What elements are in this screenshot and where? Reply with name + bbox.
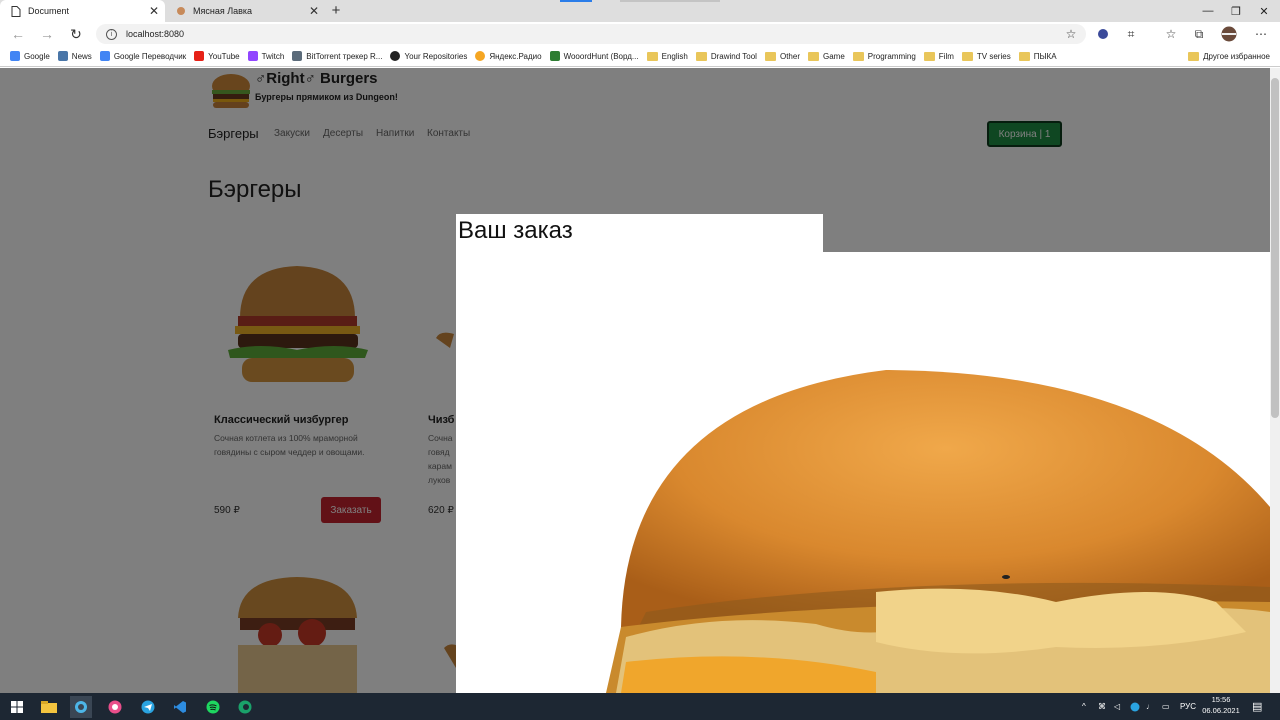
restore-icon[interactable]: ❐ <box>1222 0 1250 22</box>
bookmark-translate[interactable]: Google Переводчик <box>99 51 186 61</box>
folder-icon <box>1018 51 1030 61</box>
github-icon <box>390 51 401 61</box>
other-bookmarks[interactable]: Другое избранное <box>1188 46 1270 67</box>
profile-avatar[interactable] <box>1220 25 1238 43</box>
close-window-icon[interactable]: ✕ <box>1250 0 1278 22</box>
bookmark-youtube[interactable]: YouTube <box>194 51 240 61</box>
google-icon <box>10 51 20 61</box>
bookmark-github[interactable]: Your Repositories <box>390 51 467 61</box>
address-field[interactable]: i localhost:8080 <box>96 24 1086 44</box>
tab-title: Document <box>28 6 70 16</box>
tray-volume-icon[interactable]: ◁ <box>1114 693 1120 720</box>
collections-icon[interactable]: ⧉ <box>1190 25 1208 43</box>
favorite-star-icon[interactable]: ☆ <box>1062 25 1080 43</box>
bookmark-folder-pyka[interactable]: ПЫКА <box>1018 51 1057 61</box>
tray-clock[interactable]: 15:56 06.06.2021 <box>1196 694 1246 716</box>
bookmark-folder-english[interactable]: English <box>646 51 688 61</box>
radio-icon <box>475 51 486 61</box>
twitch-icon <box>247 51 258 61</box>
scrollbar-thumb[interactable] <box>1271 78 1279 418</box>
tray-network-icon[interactable]: ⌘ <box>1098 693 1106 720</box>
loading-indicator-track <box>620 0 720 2</box>
bookmark-twitch[interactable]: Twitch <box>247 51 284 61</box>
product-hero-image <box>606 370 1270 693</box>
folder-icon <box>1188 52 1200 61</box>
edge-icon[interactable] <box>234 696 256 718</box>
reload-icon[interactable]: ↻ <box>66 24 86 44</box>
windows-start-icon[interactable] <box>6 696 28 718</box>
bookmark-folder-film[interactable]: Film <box>923 51 954 61</box>
more-menu-icon[interactable]: ⋯ <box>1252 25 1270 43</box>
telegram-icon[interactable] <box>137 696 159 718</box>
torrent-icon <box>292 51 303 61</box>
folder-icon <box>807 51 819 61</box>
bookmarks-bar: Google News Google Переводчик YouTube Tw… <box>0 46 1280 67</box>
bookmark-google[interactable]: Google <box>10 51 50 61</box>
folder-icon <box>695 51 707 61</box>
notification-icon[interactable]: ▤ <box>1252 693 1262 720</box>
bookmark-folder-tv-series[interactable]: TV series <box>961 51 1011 61</box>
spotify-icon[interactable] <box>202 696 224 718</box>
wooordhunt-icon <box>549 51 560 61</box>
close-tab-icon[interactable]: ✕ <box>309 4 319 18</box>
bookmark-folder-game[interactable]: Game <box>807 51 845 61</box>
edge-browser-icon[interactable] <box>70 696 92 718</box>
bookmark-wooordhunt[interactable]: WooordHunt (Ворд... <box>549 51 639 61</box>
loading-indicator <box>560 0 592 2</box>
forward-icon[interactable]: → <box>37 24 57 44</box>
favorites-icon[interactable]: ☆ <box>1162 25 1180 43</box>
translate-icon <box>99 51 110 61</box>
vscode-icon[interactable] <box>169 696 191 718</box>
modal-title: Ваш заказ <box>458 217 573 244</box>
folder-icon <box>923 51 935 61</box>
document-icon <box>10 5 21 17</box>
tray-chevron-icon[interactable]: ^ <box>1082 693 1086 720</box>
close-tab-icon[interactable]: ✕ <box>149 4 159 18</box>
url-text: localhost:8080 <box>126 29 185 39</box>
extension-2-icon[interactable]: ⌗ <box>1122 25 1140 43</box>
taskbar <box>0 693 1280 720</box>
tab-title: Мясная Лавка <box>193 6 253 16</box>
bookmark-folder-other[interactable]: Other <box>764 51 800 61</box>
tray-display-icon[interactable]: ▭ <box>1162 693 1170 720</box>
tray-mic-icon[interactable]: ♩ <box>1146 693 1154 720</box>
bookmark-folder-drawind[interactable]: Drawind Tool <box>695 51 757 61</box>
chrome-icon[interactable] <box>104 696 126 718</box>
minimize-icon[interactable]: — <box>1194 0 1222 22</box>
tab-document[interactable]: Document ✕ <box>0 0 165 22</box>
folder-icon <box>646 51 658 61</box>
folder-icon <box>961 51 973 61</box>
bookmark-news[interactable]: News <box>57 51 92 61</box>
tray-language[interactable]: РУС <box>1180 693 1196 720</box>
extension-icon[interactable] <box>1094 25 1112 43</box>
bookmark-bittorrent[interactable]: BitTorrent трекер R... <box>292 51 382 61</box>
file-explorer-icon[interactable] <box>38 696 60 718</box>
meat-icon <box>175 6 186 17</box>
order-modal <box>456 252 1270 693</box>
bookmark-yandex-radio[interactable]: Яндекс.Радио <box>475 51 542 61</box>
youtube-icon <box>194 51 205 61</box>
info-icon[interactable]: i <box>106 28 117 40</box>
tray-telegram-icon[interactable] <box>1130 693 1140 720</box>
vk-icon <box>57 51 68 61</box>
tab-meat-shop[interactable]: Мясная Лавка ✕ <box>165 0 325 22</box>
back-icon[interactable]: ← <box>8 24 28 44</box>
folder-icon <box>852 51 864 61</box>
new-tab-icon[interactable]: + <box>328 2 344 20</box>
folder-icon <box>764 51 776 61</box>
bookmark-folder-programming[interactable]: Programming <box>852 51 916 61</box>
